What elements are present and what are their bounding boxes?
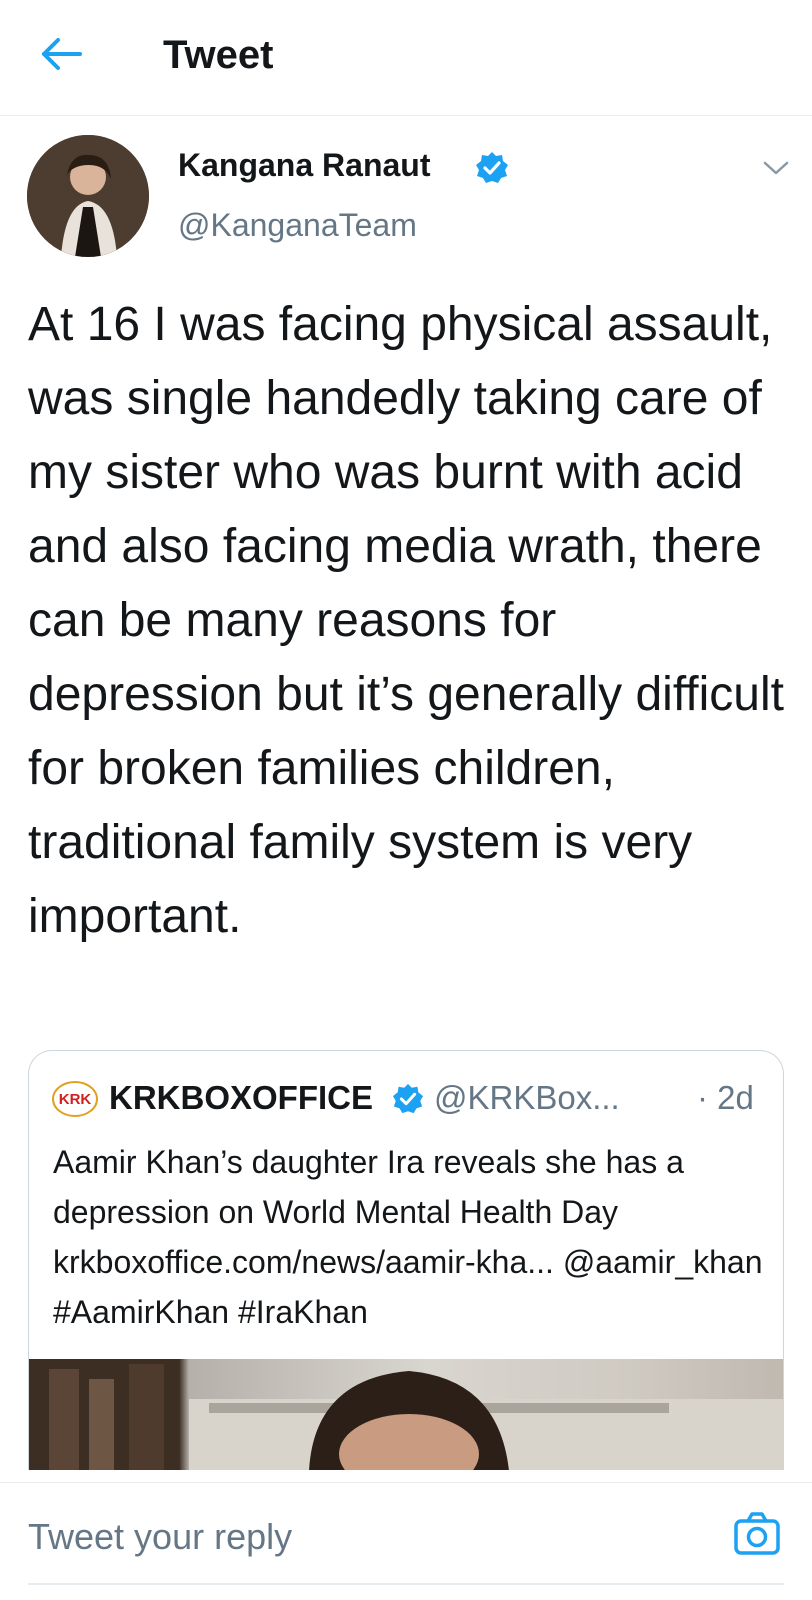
author-handle[interactable]: @KanganaTeam [178, 207, 417, 244]
quoted-media-image[interactable] [29, 1359, 783, 1470]
camera-button[interactable] [732, 1509, 782, 1559]
tweet-menu-button[interactable] [762, 158, 790, 178]
camera-icon [734, 1512, 780, 1555]
page-title: Tweet [163, 33, 274, 77]
media-thumbnail [29, 1359, 783, 1470]
chevron-down-icon [763, 161, 789, 175]
reply-input[interactable] [28, 1509, 688, 1565]
author-name[interactable]: Kangana Ranaut [178, 147, 430, 184]
quoted-tweet[interactable]: KRK KRKBOXOFFICE @KRKBox... · 2d Aamir K… [28, 1050, 784, 1470]
avatar-image [27, 135, 149, 257]
avatar[interactable] [27, 135, 149, 257]
krk-logo-text: KRK [59, 1091, 92, 1108]
quoted-tweet-text: Aamir Khan’s daughter Ira reveals she ha… [53, 1144, 763, 1330]
verified-badge-icon [392, 1083, 424, 1115]
quoted-author-name: KRKBOXOFFICE [109, 1079, 373, 1116]
verified-badge-icon [475, 151, 509, 185]
quoted-author-handle: @KRKBox... [434, 1079, 620, 1116]
quoted-timestamp: · 2d [697, 1079, 754, 1116]
arrow-left-icon [42, 38, 82, 70]
krk-logo: KRK [51, 1079, 99, 1119]
reply-bar [0, 1482, 812, 1600]
back-button[interactable] [38, 34, 86, 74]
tweet-text: At 16 I was facing physical assault, was… [28, 298, 784, 943]
top-bar: Tweet [0, 0, 812, 116]
reply-divider [28, 1583, 784, 1585]
